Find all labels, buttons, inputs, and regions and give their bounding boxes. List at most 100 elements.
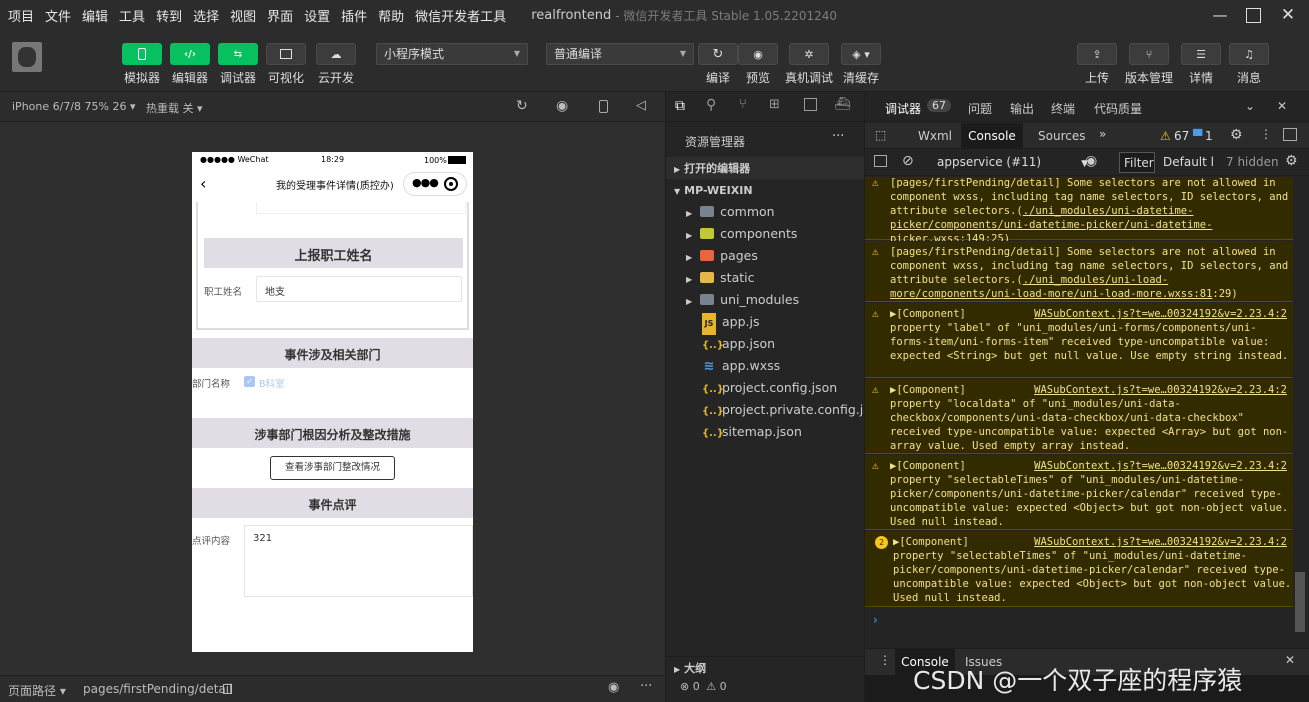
back-arrow-icon[interactable]: ‹ (200, 174, 206, 193)
menu-help[interactable]: 帮助 (378, 6, 404, 25)
menu-view[interactable]: 视图 (230, 6, 256, 25)
minimize-icon[interactable]: — (1211, 6, 1229, 24)
message-head[interactable]: ▶[Component] (890, 384, 966, 396)
menu-select[interactable]: 选择 (193, 6, 219, 25)
compile-select[interactable]: 普通编译 ▼ (546, 43, 694, 65)
more-dots-icon[interactable]: ●●● (412, 176, 439, 189)
version-button[interactable]: ⑂ (1129, 43, 1169, 65)
file-app-wxss[interactable]: ≋ app.wxss (666, 355, 865, 377)
dock-icon[interactable] (1283, 128, 1297, 141)
upload-button[interactable]: ⇪ (1077, 43, 1117, 65)
stop-icon[interactable]: ◉ (556, 98, 568, 114)
search-icon[interactable]: ⚲ (706, 97, 716, 113)
file-app-js[interactable]: JS app.js (666, 311, 865, 335)
menu-settings[interactable]: 设置 (304, 6, 330, 25)
project-root[interactable]: ▼ MP-WEIXIN (666, 179, 865, 201)
close-icon[interactable]: ✕ (1279, 6, 1297, 24)
drawer-menu-icon[interactable]: ⋮ (879, 653, 891, 667)
editor-button[interactable]: ‹/› (170, 43, 210, 65)
message-source-link[interactable]: WASubContext.js?t=we…00324192&v=2.23.4:2 (1034, 307, 1287, 321)
console-message[interactable]: 2 ▶[Component] WASubContext.js?t=we…00324… (865, 531, 1293, 607)
sidebar-toggle-icon[interactable] (874, 155, 887, 167)
log-levels-select[interactable]: Default l (1163, 155, 1214, 169)
hot-reload-toggle[interactable]: 热重载 关 ▾ (146, 100, 203, 116)
tab-sources[interactable]: Sources (1038, 129, 1085, 143)
message-source-link[interactable]: WASubContext.js?t=we…00324192&v=2.23.4:2 (1034, 459, 1287, 473)
capsule-menu[interactable]: ●●● (403, 172, 467, 196)
menu-plugins[interactable]: 插件 (341, 6, 367, 25)
page-path-select[interactable]: 页面路径 ▾ (8, 682, 66, 699)
menu-interface[interactable]: 界面 (267, 6, 293, 25)
menu-tools[interactable]: 工具 (119, 6, 145, 25)
folder-uni-modules[interactable]: ▶ uni_modules (666, 289, 865, 311)
outline-section[interactable]: ▶ 大纲 (666, 656, 865, 678)
tab-problems[interactable]: 问题 (968, 100, 992, 117)
console-message[interactable]: ⚠ [pages/firstPending/detail] Some selec… (865, 177, 1293, 245)
copy-icon[interactable] (223, 684, 232, 694)
visual-button[interactable] (266, 43, 306, 65)
file-sitemap[interactable]: {..}sitemap.json (666, 421, 865, 443)
preview-button[interactable]: ◉ (738, 43, 778, 65)
folder-pages[interactable]: ▶ pages (666, 245, 865, 267)
device-debug-button[interactable]: ✲ (789, 43, 829, 65)
filter-input[interactable]: Filter (1119, 152, 1155, 173)
tab-output[interactable]: 输出 (1010, 100, 1034, 117)
console-message[interactable]: ⚠ [pages/firstPending/detail] Some selec… (865, 241, 1293, 302)
avatar[interactable] (12, 42, 42, 72)
volume-icon[interactable]: ◁ (636, 98, 646, 113)
console-message[interactable]: ⚠ ▶[Component] WASubContext.js?t=we…00324… (865, 303, 1293, 378)
folder-components[interactable]: ▶ components (666, 223, 865, 245)
files-icon[interactable]: ⧉ (675, 98, 685, 114)
checkbox-checked-icon[interactable]: ✓ (244, 376, 255, 387)
tab-terminal[interactable]: 终端 (1051, 100, 1075, 117)
messages-button[interactable]: ♫ (1229, 43, 1269, 65)
file-app-json[interactable]: {..}app.json (666, 333, 865, 355)
message-head[interactable]: ▶[Component] (890, 460, 966, 472)
folder-common[interactable]: ▶ common (666, 201, 865, 223)
view-rectification-button[interactable]: 查看涉事部门整改情况 (270, 456, 395, 480)
more-tabs-icon[interactable]: » (1099, 127, 1106, 141)
problems-counter[interactable]: ⊗ 0 ⚠ 0 (680, 680, 727, 693)
more-icon[interactable]: ··· (832, 129, 844, 144)
maximize-icon[interactable] (1246, 8, 1261, 23)
menu-wechat-devtools[interactable]: 微信开发者工具 (415, 6, 506, 25)
debugger-button[interactable]: ⇆ (218, 43, 258, 65)
close-icon[interactable]: ✕ (1277, 99, 1287, 113)
review-textarea[interactable]: 321 (244, 525, 473, 597)
clear-cache-button[interactable]: ◈ ▾ (841, 43, 881, 65)
refresh-icon[interactable]: ↻ (516, 98, 528, 114)
compile-button[interactable]: ↻ (698, 43, 738, 65)
file-project-private-config[interactable]: {..}project.private.config.js... (666, 399, 882, 421)
tab-debugger[interactable]: 调试器 (885, 100, 921, 117)
open-editors-section[interactable]: ▶ 打开的编辑器 (666, 157, 865, 179)
folder-static[interactable]: ▶ static (666, 267, 865, 289)
menu-project[interactable]: 项目 (8, 6, 34, 25)
file-project-config[interactable]: {..}project.config.json (666, 377, 865, 399)
message-head[interactable]: ▶[Component] (893, 536, 969, 548)
console-scrollbar[interactable] (1295, 572, 1305, 632)
cloud-button[interactable]: ☁ (316, 43, 356, 65)
git-icon[interactable]: ⑂ (739, 97, 747, 112)
clear-console-icon[interactable]: ⊘ (902, 153, 914, 169)
kebab-icon[interactable]: ⋮ (1260, 127, 1272, 141)
close-icon[interactable]: ✕ (1285, 653, 1295, 667)
details-button[interactable]: ☰ (1181, 43, 1221, 65)
warning-total[interactable]: 67 (1174, 129, 1189, 143)
eye-icon[interactable]: ◉ (1085, 153, 1097, 169)
device-select[interactable]: iPhone 6/7/8 75% 26 ▾ (12, 100, 136, 113)
mode-select[interactable]: 小程序模式 ▼ (376, 43, 528, 65)
console-message[interactable]: ⚠ ▶[Component] WASubContext.js?t=we…00324… (865, 379, 1293, 454)
close-capsule-icon[interactable] (444, 177, 458, 191)
menu-edit[interactable]: 编辑 (82, 6, 108, 25)
console-message[interactable]: ⚠ ▶[Component] WASubContext.js?t=we…00324… (865, 455, 1293, 530)
info-total[interactable]: 1 (1205, 129, 1213, 143)
docker-icon[interactable]: ⛴ (834, 97, 851, 112)
menu-file[interactable]: 文件 (45, 6, 71, 25)
chevron-down-icon[interactable]: ⌄ (1245, 99, 1255, 113)
tab-console[interactable]: Console (961, 123, 1023, 149)
tab-code-quality[interactable]: 代码质量 (1094, 100, 1142, 117)
gear-icon[interactable]: ⚙ (1230, 127, 1243, 143)
rotate-phone-icon[interactable] (599, 100, 608, 113)
menu-goto[interactable]: 转到 (156, 6, 182, 25)
message-source-link[interactable]: WASubContext.js?t=we…00324192&v=2.23.4:2 (1034, 535, 1287, 549)
